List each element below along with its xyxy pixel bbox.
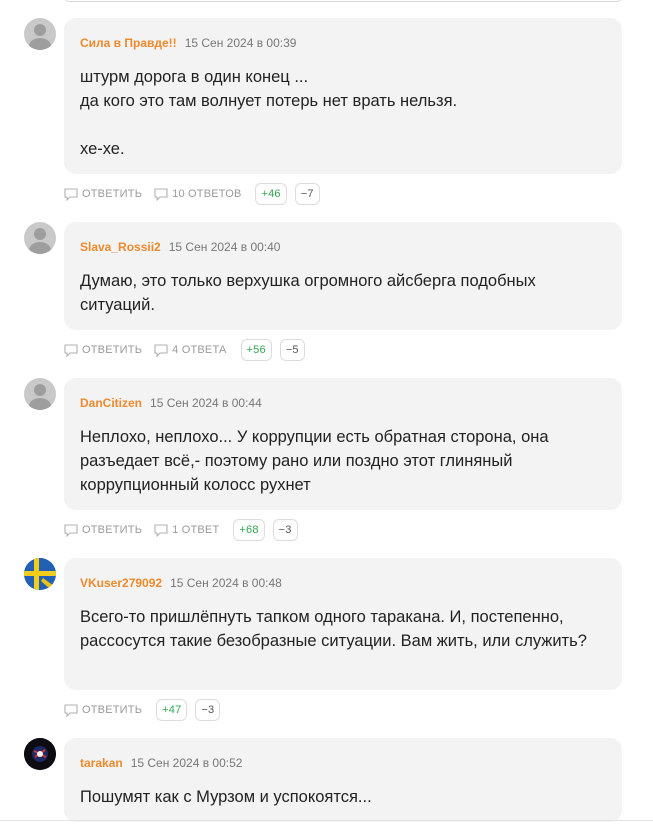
comment-actions: ОТВЕТИТЬ +47 −3	[64, 698, 226, 722]
comment-text: Неплохо, неплохо... У коррупции есть обр…	[80, 428, 549, 494]
replies-count: 1 ОТВЕТ	[172, 524, 220, 536]
logo-avatar-icon[interactable]	[24, 738, 56, 770]
upvote-button[interactable]: +47	[156, 699, 188, 721]
default-user-avatar-icon[interactable]	[24, 18, 56, 50]
replies-count: 4 ОТВЕТА	[172, 344, 227, 356]
replies-button[interactable]: 4 ОТВЕТА	[154, 343, 227, 357]
reply-label: ОТВЕТИТЬ	[82, 344, 143, 356]
comment-date: 15 Сен 2024 в 00:44	[150, 396, 262, 410]
comment-date: 15 Сен 2024 в 00:52	[130, 756, 243, 770]
reply-icon	[64, 187, 78, 201]
comment-actions: ОТВЕТИТЬ 10 ОТВЕТОВ +46 −7	[64, 182, 326, 206]
downvote-button[interactable]: −3	[272, 519, 298, 541]
replies-button[interactable]: 10 ОТВЕТОВ	[154, 187, 242, 201]
reply-icon	[64, 703, 78, 717]
previous-comment-box-edge	[64, 0, 622, 2]
comment-bubble: Slava_Rossii2 15 Сен 2024 в 00:40 Думаю,…	[64, 222, 622, 330]
comment-actions: ОТВЕТИТЬ 4 ОТВЕТА +56 −5	[64, 338, 311, 362]
default-user-avatar-icon[interactable]	[24, 378, 56, 410]
comment-author[interactable]: tarakan	[80, 756, 123, 770]
comment-bubble: DanCitizen 15 Сен 2024 в 00:44 Неплохо, …	[64, 378, 622, 510]
comment-author[interactable]: Сила в Правде!!	[80, 36, 177, 50]
reply-button[interactable]: ОТВЕТИТЬ	[64, 343, 143, 357]
reply-label: ОТВЕТИТЬ	[82, 524, 143, 536]
upvote-button[interactable]: +46	[255, 183, 287, 205]
upvote-button[interactable]: +56	[240, 339, 272, 361]
downvote-button[interactable]: −5	[279, 339, 305, 361]
reply-button[interactable]: ОТВЕТИТЬ	[64, 523, 143, 537]
comment-date: 15 Сен 2024 в 00:40	[168, 240, 281, 254]
flag-icon	[24, 558, 56, 590]
reply-label: ОТВЕТИТЬ	[82, 188, 143, 200]
comment-text: Всего-то пришлёпнуть тапком одного тарак…	[80, 608, 587, 650]
replies-icon	[154, 187, 168, 201]
comment-text: штурм дорога в один конец ... да кого эт…	[80, 68, 458, 158]
replies-button[interactable]: 1 ОТВЕТ	[154, 523, 220, 537]
upvote-button[interactable]: +68	[233, 519, 265, 541]
downvote-button[interactable]: −3	[195, 699, 221, 721]
page-divider	[0, 820, 653, 821]
reply-label: ОТВЕТИТЬ	[82, 704, 143, 716]
comment-author[interactable]: DanCitizen	[80, 396, 142, 410]
logo-icon	[24, 738, 56, 770]
reply-icon	[64, 523, 78, 537]
replies-icon	[154, 523, 168, 537]
comment-text: Думаю, это только верхушка огромного айс…	[80, 272, 536, 314]
flag-avatar-icon[interactable]	[24, 558, 56, 590]
default-user-avatar-icon[interactable]	[24, 222, 56, 254]
comment-date: 15 Сен 2024 в 00:48	[170, 576, 282, 590]
downvote-button[interactable]: −7	[294, 183, 320, 205]
comment-author[interactable]: VKuser279092	[80, 576, 162, 590]
replies-count: 10 ОТВЕТОВ	[172, 188, 242, 200]
reply-button[interactable]: ОТВЕТИТЬ	[64, 187, 143, 201]
comment-bubble: VKuser279092 15 Сен 2024 в 00:48 Всего-т…	[64, 558, 622, 690]
comment-bubble: Сила в Правде!! 15 Сен 2024 в 00:39 штур…	[64, 18, 622, 174]
replies-icon	[154, 343, 168, 357]
comment-date: 15 Сен 2024 в 00:39	[184, 36, 297, 50]
comment-bubble: tarakan 15 Сен 2024 в 00:52 Пошумят как …	[64, 738, 622, 822]
comment-text: Пошумят как с Мурзом и успокоятся...	[80, 788, 372, 806]
comment-author[interactable]: Slava_Rossii2	[80, 240, 161, 254]
reply-icon	[64, 343, 78, 357]
reply-button[interactable]: ОТВЕТИТЬ	[64, 703, 143, 717]
comment-actions: ОТВЕТИТЬ 1 ОТВЕТ +68 −3	[64, 518, 304, 542]
